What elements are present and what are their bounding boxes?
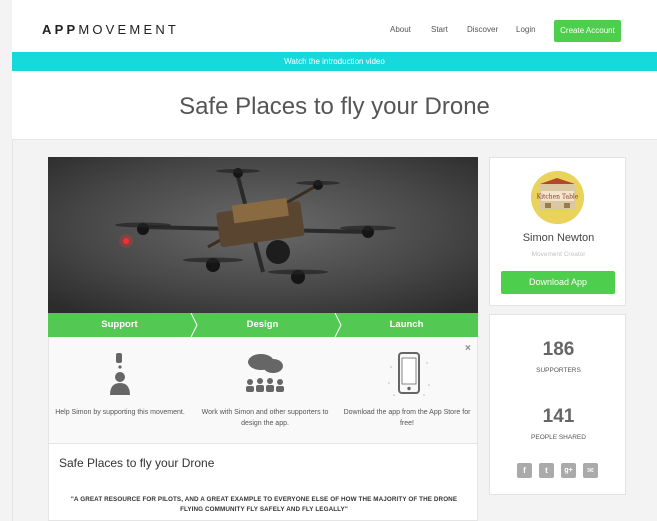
logo-text: MOVEMENT	[78, 22, 180, 37]
shares-label: PEOPLE SHARED	[531, 434, 586, 441]
top-navbar: APPMOVEMENT About Start Discover Login C…	[12, 0, 657, 52]
step-design[interactable]: Design	[191, 313, 334, 337]
twitter-icon[interactable]: t	[539, 463, 554, 478]
info-text-support: Help Simon by supporting this movement.	[55, 409, 185, 416]
create-account-button[interactable]: Create Account	[554, 20, 621, 42]
smartphone-icon	[388, 352, 430, 396]
stats-card: 186 SUPPORTERS 141 PEOPLE SHARED f t g+ …	[489, 314, 626, 495]
description-title: Safe Places to fly your Drone	[59, 456, 215, 470]
nav-about[interactable]: About	[390, 25, 411, 34]
creator-card: Kitchen Table Simon Newton Movement Crea…	[489, 157, 626, 306]
app-logo[interactable]: APPMOVEMENT	[42, 22, 179, 37]
steps-bar: Support Design Launch	[48, 313, 478, 337]
avatar-image: Kitchen Table	[531, 171, 584, 224]
supporters-label: SUPPORTERS	[536, 367, 581, 374]
hero-drone-image	[48, 157, 478, 313]
creator-role: Movement Creator	[531, 251, 586, 258]
avatar: Kitchen Table	[531, 171, 584, 224]
shares-count: 141	[542, 406, 575, 427]
step-support[interactable]: Support	[48, 313, 191, 337]
title-section: Safe Places to fly your Drone	[12, 71, 657, 140]
drone-illustration	[48, 157, 478, 313]
nav-discover[interactable]: Discover	[467, 25, 498, 34]
avatar-text: Kitchen Table	[537, 194, 579, 201]
how-it-works-panel: × Help Simon by supporting this movement…	[48, 337, 478, 444]
email-icon[interactable]: ✉	[583, 463, 598, 478]
page-title: Safe Places to fly your Drone	[179, 93, 490, 120]
close-icon[interactable]: ×	[465, 343, 471, 354]
nav-login[interactable]: Login	[516, 25, 536, 34]
nav-start[interactable]: Start	[431, 25, 448, 34]
discussion-group-icon	[246, 354, 284, 392]
google-plus-icon[interactable]: g+	[561, 463, 576, 478]
logo-bold-text: APP	[42, 22, 79, 37]
download-app-button[interactable]: Download App	[501, 271, 615, 294]
description-quote: "A GREAT RESOURCE FOR PILOTS, AND A GREA…	[70, 496, 458, 513]
info-text-launch: Download the app from the App Store for …	[343, 409, 471, 427]
supporters-count: 186	[542, 339, 575, 360]
facebook-icon[interactable]: f	[517, 463, 532, 478]
intro-video-link[interactable]: Watch the introduction video	[12, 52, 657, 71]
movement-description: Safe Places to fly your Drone "A GREAT R…	[48, 444, 478, 521]
creator-name: Simon Newton	[522, 232, 595, 244]
step-launch[interactable]: Launch	[335, 313, 478, 337]
person-icon	[110, 353, 130, 395]
info-text-design: Work with Simon and other supporters to …	[201, 409, 329, 427]
